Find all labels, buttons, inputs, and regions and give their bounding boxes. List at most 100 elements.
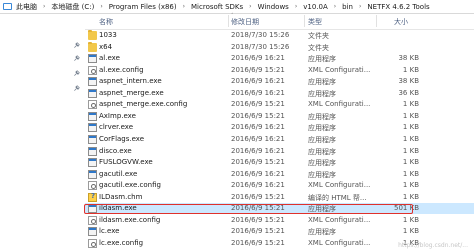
file-date: 2016/6/9 15:21	[231, 111, 285, 120]
file-name: ildasm.exe.config	[99, 215, 161, 224]
file-row[interactable]: aspnet_intern.exe 2016/6/9 16:21 应用程序 38 KB	[85, 76, 474, 87]
chevron-right-icon[interactable]: ›	[180, 3, 188, 10]
file-name: FUSLOGVW.exe	[99, 158, 153, 167]
file-size: 1 KB	[402, 215, 419, 224]
file-type: 应用程序	[308, 124, 336, 133]
file-row[interactable]: al.exe 2016/6/9 16:21 应用程序 38 KB	[85, 53, 474, 64]
exe-icon	[88, 169, 97, 179]
column-divider[interactable]	[228, 15, 229, 27]
breadcrumb-item[interactable]: bin	[339, 3, 356, 11]
file-row[interactable]: aspnet_merge.exe 2016/6/9 16:21 应用程序 36 KB	[85, 88, 474, 99]
file-date: 2016/6/9 15:21	[231, 100, 285, 109]
pin-icon[interactable]	[73, 42, 80, 49]
chevron-right-icon[interactable]: ›	[331, 3, 339, 10]
folder-icon	[88, 30, 97, 40]
breadcrumb-item[interactable]: Windows	[255, 3, 292, 11]
file-date: 2016/6/9 15:21	[231, 238, 285, 247]
exe-icon	[88, 54, 97, 64]
breadcrumb-item[interactable]: Program Files (x86)	[106, 3, 180, 11]
file-type: XML Configurati...	[308, 238, 371, 247]
file-size: 36 KB	[398, 88, 419, 97]
breadcrumb-item[interactable]: 本地磁盘 (C:)	[48, 2, 97, 12]
file-size: 1 KB	[402, 146, 419, 155]
file-size: 1 KB	[402, 181, 419, 190]
file-name: gacutil.exe	[99, 169, 138, 178]
config-icon	[88, 215, 97, 225]
file-type: 应用程序	[308, 55, 336, 64]
file-row[interactable]: gacutil.exe 2016/6/9 16:21 应用程序 1 KB	[85, 169, 474, 180]
breadcrumb-item[interactable]: 此电脑	[13, 2, 40, 12]
file-date: 2016/6/9 16:21	[231, 146, 285, 155]
exe-icon	[88, 227, 97, 237]
column-header: 名称 ˄ 修改日期 类型 大小	[85, 13, 474, 30]
file-size: 38 KB	[398, 54, 419, 63]
file-name: lc.exe.config	[99, 238, 144, 247]
file-size: 1 KB	[402, 111, 419, 120]
file-date: 2016/6/9 15:21	[231, 158, 285, 167]
file-type: 应用程序	[308, 135, 336, 144]
file-date: 2016/6/9 16:21	[231, 88, 285, 97]
breadcrumb-item[interactable]: NETFX 4.6.2 Tools	[364, 3, 432, 11]
file-type: 应用程序	[308, 89, 336, 98]
file-row[interactable]: disco.exe 2016/6/9 16:21 应用程序 1 KB	[85, 146, 474, 157]
file-name: al.exe.config	[99, 65, 144, 74]
file-name: gacutil.exe.config	[99, 181, 161, 190]
file-date: 2018/7/30 15:26	[231, 31, 290, 39]
column-divider[interactable]	[376, 15, 377, 27]
pin-icon[interactable]	[73, 55, 80, 62]
file-row[interactable]: ildasm.exe.config 2016/6/9 15:21 XML Confi…	[85, 215, 474, 226]
file-row[interactable]: lc.exe 2016/6/9 15:21 应用程序 1 KB	[85, 226, 474, 237]
file-row[interactable]: al.exe.config 2016/6/9 15:21 XML Configura…	[85, 65, 474, 76]
chm-icon	[88, 192, 97, 202]
file-size: 1 KB	[402, 227, 419, 236]
file-type: XML Configurati...	[308, 215, 371, 224]
file-row[interactable]: clrver.exe 2016/6/9 16:21 应用程序 1 KB	[85, 122, 474, 133]
file-row[interactable]: AxImp.exe 2016/6/9 15:21 应用程序 1 KB	[85, 111, 474, 122]
chevron-right-icon[interactable]: ›	[246, 3, 254, 10]
file-size: 1 KB	[402, 100, 419, 109]
breadcrumb: 此电脑 › 本地磁盘 (C:) › Program Files (x86) › Mic…	[13, 2, 433, 12]
watermark: https://blog.csdn.net/...	[398, 242, 468, 249]
file-size: 1 KB	[402, 158, 419, 167]
chevron-right-icon[interactable]: ›	[292, 3, 300, 10]
annotation-highlight-box	[84, 203, 413, 214]
column-divider[interactable]	[304, 15, 305, 27]
file-type: 文件夹	[308, 32, 329, 40]
file-type: 应用程序	[308, 228, 336, 237]
file-row[interactable]: FUSLOGVW.exe 2016/6/9 15:21 应用程序 1 KB	[85, 157, 474, 168]
file-date: 2016/6/9 16:21	[231, 181, 285, 190]
file-date: 2016/6/9 16:21	[231, 77, 285, 86]
file-row[interactable]: gacutil.exe.config 2016/6/9 16:21 XML Conf…	[85, 180, 474, 191]
pin-icon[interactable]	[73, 70, 80, 77]
file-name: aspnet_intern.exe	[99, 77, 162, 86]
chevron-right-icon[interactable]: ›	[356, 3, 364, 10]
file-name: al.exe	[99, 54, 120, 63]
file-row[interactable]: CorFlags.exe 2016/6/9 16:21 应用程序 1 KB	[85, 134, 474, 145]
column-size[interactable]: 大小	[394, 17, 408, 27]
column-name[interactable]: 名称	[99, 17, 113, 27]
chevron-right-icon[interactable]: ›	[97, 3, 105, 10]
file-row[interactable]: x64 2018/7/30 15:26 文件夹	[85, 41, 474, 53]
column-date[interactable]: 修改日期	[231, 17, 259, 27]
breadcrumb-item[interactable]: Microsoft SDKs	[188, 3, 246, 11]
file-name: lc.exe	[99, 227, 120, 236]
breadcrumb-item[interactable]: v10.0A	[300, 3, 331, 11]
exe-icon	[88, 111, 97, 121]
this-pc-icon	[3, 3, 12, 10]
column-type[interactable]: 类型	[308, 17, 322, 27]
file-row[interactable]: aspnet_merge.exe.config 2016/6/9 15:21 XML…	[85, 99, 474, 110]
file-name: CorFlags.exe	[99, 134, 145, 143]
address-bar[interactable]: 此电脑 › 本地磁盘 (C:) › Program Files (x86) › Mic…	[0, 0, 474, 14]
file-row[interactable]: ILDasm.chm 2016/6/9 15:21 编译的 HTML 帮... 1 K…	[85, 192, 474, 203]
file-type: XML Configurati...	[308, 181, 371, 190]
chevron-right-icon[interactable]: ›	[40, 3, 48, 10]
file-name: x64	[99, 42, 113, 51]
pin-icon[interactable]	[73, 85, 80, 92]
exe-icon	[88, 123, 97, 133]
config-icon	[88, 65, 97, 75]
config-icon	[88, 238, 97, 248]
exe-icon	[88, 77, 97, 87]
file-date: 2016/6/9 16:21	[231, 169, 285, 178]
folder-icon	[88, 41, 97, 52]
file-row[interactable]: 1033 2018/7/30 15:26 文件夹	[85, 30, 474, 41]
